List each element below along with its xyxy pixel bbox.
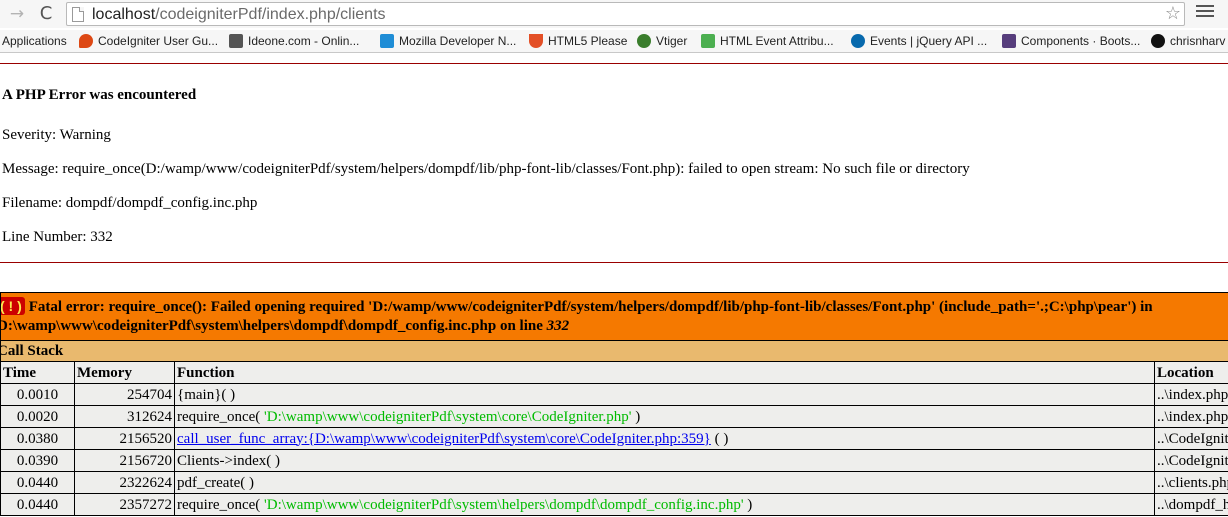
cell-time: 0.0440 xyxy=(0,471,75,494)
cell-memory: 2357272 xyxy=(74,493,175,516)
col-header-location: Location xyxy=(1153,361,1228,384)
menu-hamburger-icon[interactable] xyxy=(1196,5,1214,21)
cell-location: ..\index.php:202 xyxy=(1153,405,1228,428)
url-host: localhost xyxy=(92,6,156,23)
chrome-border xyxy=(0,52,1228,53)
table-row: 1 0.0010 254704 {main}( ) ..\index.php:0 xyxy=(0,383,1228,406)
error-severity: Severity: Warning xyxy=(2,127,111,143)
page-icon xyxy=(72,7,84,22)
xdebug-error-table: ( ! ) Fatal error: require_once(): Failed… xyxy=(0,292,1228,516)
cell-memory: 2156520 xyxy=(74,427,175,450)
bookmark-vtiger[interactable]: Vtiger xyxy=(637,33,687,50)
jquery-icon xyxy=(851,34,865,48)
bookmark-star-icon[interactable]: ☆ xyxy=(1165,3,1181,25)
bookmark-html5-please[interactable]: HTML5 Please xyxy=(529,33,627,50)
cell-function: pdf_create( ) xyxy=(174,471,1155,494)
col-header-function: Function xyxy=(174,361,1155,384)
bookmark-label: CodeIgniter User Gu... xyxy=(98,34,219,48)
url-path: /codeigniterPdf/index.php/clients xyxy=(155,6,386,23)
cell-function: Clients->index( ) xyxy=(174,449,1155,472)
bookmark-jquery[interactable]: Events | jQuery API ... xyxy=(851,33,987,50)
string-arg: 'D:\wamp\www\codeigniterPdf\system\helpe… xyxy=(264,496,744,513)
php-error-box: A PHP Error was encountered Severity: Wa… xyxy=(0,63,1228,263)
bookmarks-bar: Applications CodeIgniter User Gu... Ideo… xyxy=(0,30,1228,52)
bookmark-label: Events | jQuery API ... xyxy=(870,34,988,48)
cell-function: require_once( 'D:\wamp\www\codeigniterPd… xyxy=(174,493,1155,516)
table-row: 4 0.0390 2156720 Clients->index( ) ..\Co… xyxy=(0,449,1228,472)
cell-time: 0.0380 xyxy=(0,427,75,450)
error-filename: Filename: dompdf/dompdf_config.inc.php xyxy=(2,195,258,211)
bookmark-label: HTML Event Attribu... xyxy=(720,34,834,48)
bookmark-applications[interactable]: Applications xyxy=(2,33,67,50)
cell-memory: 2156720 xyxy=(74,449,175,472)
html5-shield-icon xyxy=(529,34,543,48)
table-row: 3 0.0380 2156520 call_user_func_array:{D… xyxy=(0,427,1228,450)
string-arg: 'D:\wamp\www\codeigniterPdf\system\core\… xyxy=(264,408,632,425)
bookmark-label: Vtiger xyxy=(656,34,688,48)
call-user-func-array-link[interactable]: call_user_func_array:{D:\wamp\www\codeig… xyxy=(177,431,711,447)
github-icon xyxy=(1151,34,1165,48)
table-row: 5 0.0440 2322624 pdf_create( ) ..\client… xyxy=(0,471,1228,494)
bookmark-codeigniter[interactable]: CodeIgniter User Gu... xyxy=(79,33,218,50)
cell-time: 0.0390 xyxy=(0,449,75,472)
cell-function: call_user_func_array:{D:\wamp\www\codeig… xyxy=(174,427,1155,450)
fatal-error-text-2: D:\wamp\www\codeigniterPdf\system\helper… xyxy=(0,318,547,334)
forward-arrow-icon[interactable]: → xyxy=(6,3,28,25)
bookmark-bootstrap[interactable]: Components · Boots... xyxy=(1002,33,1140,50)
bookmark-github[interactable]: chrisnharv xyxy=(1151,33,1225,50)
fatal-error-line-no: 332 xyxy=(546,318,570,334)
cell-memory: 254704 xyxy=(74,383,175,406)
error-heading: A PHP Error was encountered xyxy=(2,87,197,103)
fatal-error-text-1: Fatal error: require_once(): Failed open… xyxy=(28,299,1153,315)
url-text[interactable]: localhost/codeigniterPdf/index.php/clien… xyxy=(92,5,386,25)
cell-location: ..\clients.php:23 xyxy=(1153,471,1228,494)
cell-time: 0.0020 xyxy=(0,405,75,428)
cell-location: ..\index.php:0 xyxy=(1153,383,1228,406)
codeigniter-flame-icon xyxy=(79,34,93,48)
table-row: 2 0.0020 312624 require_once( 'D:\wamp\w… xyxy=(0,405,1228,428)
fatal-error-row: ( ! ) Fatal error: require_once(): Failed… xyxy=(0,292,1228,341)
bookmark-mozilla[interactable]: Mozilla Developer N... xyxy=(380,33,516,50)
cell-location: ..\CodeIgniter.php:359 xyxy=(1153,449,1228,472)
mozilla-icon xyxy=(380,34,394,48)
cell-memory: 312624 xyxy=(74,405,175,428)
address-bar[interactable]: localhost/codeigniterPdf/index.php/clien… xyxy=(66,2,1185,26)
vtiger-gear-icon xyxy=(637,34,651,48)
bookmark-ideone[interactable]: Ideone.com - Onlin... xyxy=(229,33,359,50)
bookmark-label: HTML5 Please xyxy=(548,34,628,48)
cell-location: ..\CodeIgniter.php:359 xyxy=(1153,427,1228,450)
bookmark-label: Ideone.com - Onlin... xyxy=(248,34,360,48)
w3schools-icon xyxy=(701,34,715,48)
call-stack-header: Call Stack xyxy=(0,340,1228,362)
reload-icon[interactable]: C xyxy=(35,3,57,25)
bootstrap-icon xyxy=(1002,34,1016,48)
bookmark-label: Applications xyxy=(2,34,67,48)
cell-location: ..\dompdf_helper.php:4 xyxy=(1153,493,1228,516)
bookmark-label: Mozilla Developer N... xyxy=(399,34,517,48)
cell-memory: 2322624 xyxy=(74,471,175,494)
col-header-memory: Memory xyxy=(74,361,175,384)
bookmark-label: Components · Boots... xyxy=(1021,34,1141,48)
cell-function: {main}( ) xyxy=(174,383,1155,406)
warning-badge-icon: ( ! ) xyxy=(1,297,25,315)
browser-toolbar: → C localhost/codeigniterPdf/index.php/c… xyxy=(0,0,1228,28)
col-header-time: Time xyxy=(0,361,75,384)
error-message: Message: require_once(D:/wamp/www/codeig… xyxy=(2,161,970,177)
cell-function: require_once( 'D:\wamp\www\codeigniterPd… xyxy=(174,405,1155,428)
bookmark-label: chrisnharv xyxy=(1170,34,1226,48)
cell-time: 0.0440 xyxy=(0,493,75,516)
bookmark-w3schools[interactable]: HTML Event Attribu... xyxy=(701,33,834,50)
error-line-number: Line Number: 332 xyxy=(2,229,113,245)
table-row: 6 0.0440 2357272 require_once( 'D:\wamp\… xyxy=(0,493,1228,516)
cell-time: 0.0010 xyxy=(0,383,75,406)
ideone-icon xyxy=(229,34,243,48)
